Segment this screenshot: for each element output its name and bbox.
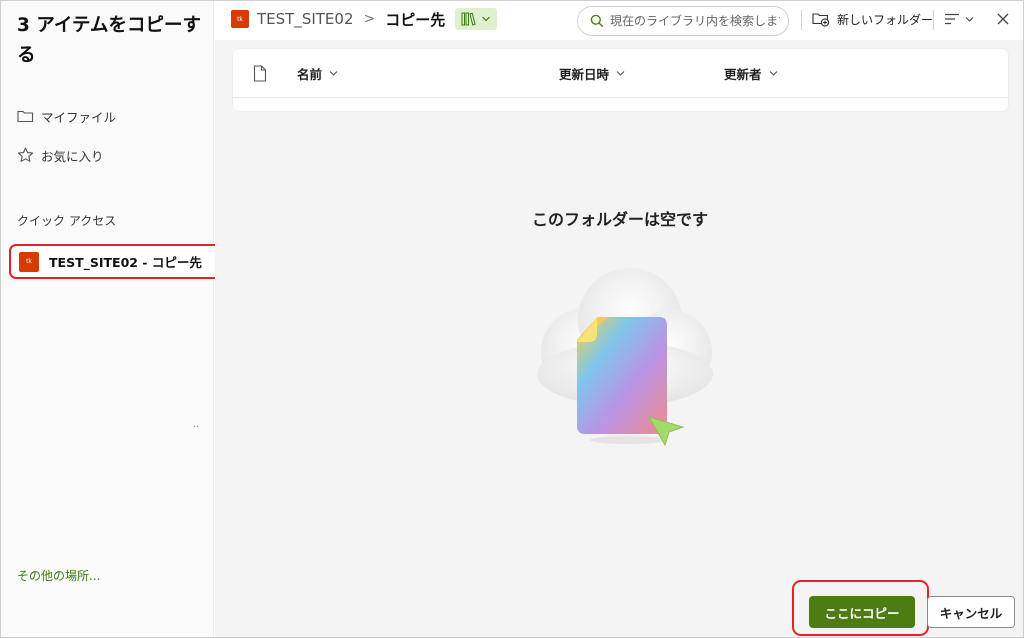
column-header-modified-by[interactable]: 更新者 (724, 63, 778, 83)
sort-lines-icon (945, 13, 959, 25)
empty-folder-illustration (525, 262, 720, 457)
copy-here-button[interactable]: ここにコピー (809, 596, 915, 628)
library-switcher-button[interactable] (455, 8, 498, 30)
sidebar: 3 アイテムをコピーする マイファイル お気に入り クイック アクセス tk T… (1, 1, 231, 637)
chevron-down-icon (616, 70, 625, 77)
dialog-title: 3 アイテムをコピーする (17, 15, 201, 66)
column-label: 更新日時 (559, 66, 610, 82)
new-folder-icon (812, 11, 830, 27)
site-logo-icon: tk (19, 251, 39, 272)
header-divider (233, 97, 1008, 98)
file-list-header: 名前 更新日時 更新者 (232, 48, 1009, 112)
library-icon (461, 12, 476, 26)
resize-handle[interactable]: .. (193, 419, 199, 430)
chevron-down-icon (482, 16, 491, 22)
breadcrumb-current: コピー先 (385, 10, 446, 29)
column-header-name[interactable]: 名前 (297, 63, 338, 83)
sort-options-button[interactable] (944, 8, 974, 30)
search-box[interactable] (577, 6, 789, 36)
search-icon (590, 14, 604, 28)
chevron-down-icon (769, 70, 778, 77)
column-header-modified[interactable]: 更新日時 (559, 63, 625, 83)
file-icon (253, 64, 267, 82)
breadcrumb-separator: > (363, 11, 376, 27)
sidebar-item-my-files[interactable]: マイファイル (15, 104, 116, 128)
new-folder-label: 新しいフォルダー (837, 12, 934, 27)
quick-access-label: TEST_SITE02 - コピー先 (49, 255, 202, 270)
sidebar-item-label: お気に入り (41, 148, 104, 164)
breadcrumb-site[interactable]: TEST_SITE02 (257, 10, 354, 28)
close-icon (997, 13, 1009, 25)
cancel-button[interactable]: キャンセル (927, 596, 1015, 628)
other-places-link[interactable]: その他の場所... (17, 567, 100, 584)
new-folder-button[interactable]: 新しいフォルダー (812, 8, 933, 30)
sidebar-item-favorites[interactable]: お気に入り (15, 143, 104, 167)
chevron-down-icon (965, 16, 974, 22)
star-icon (15, 145, 35, 165)
quick-access-heading: クイック アクセス (17, 214, 117, 228)
column-label: 名前 (297, 66, 323, 82)
folder-icon (15, 106, 35, 126)
search-input[interactable] (610, 14, 780, 28)
file-type-column-header[interactable] (253, 63, 267, 83)
chevron-down-icon (329, 70, 338, 77)
toolbar-divider (933, 10, 934, 30)
column-label: 更新者 (724, 66, 762, 82)
quick-access-item-test-site02[interactable]: tk TEST_SITE02 - コピー先 (9, 244, 231, 279)
toolbar-divider (801, 10, 802, 30)
empty-folder-message: このフォルダーは空です (531, 210, 708, 229)
sidebar-item-label: マイファイル (41, 109, 117, 125)
breadcrumb: tk TEST_SITE02 > コピー先 (231, 8, 498, 30)
close-button[interactable] (992, 8, 1014, 30)
site-logo-icon: tk (231, 10, 249, 28)
